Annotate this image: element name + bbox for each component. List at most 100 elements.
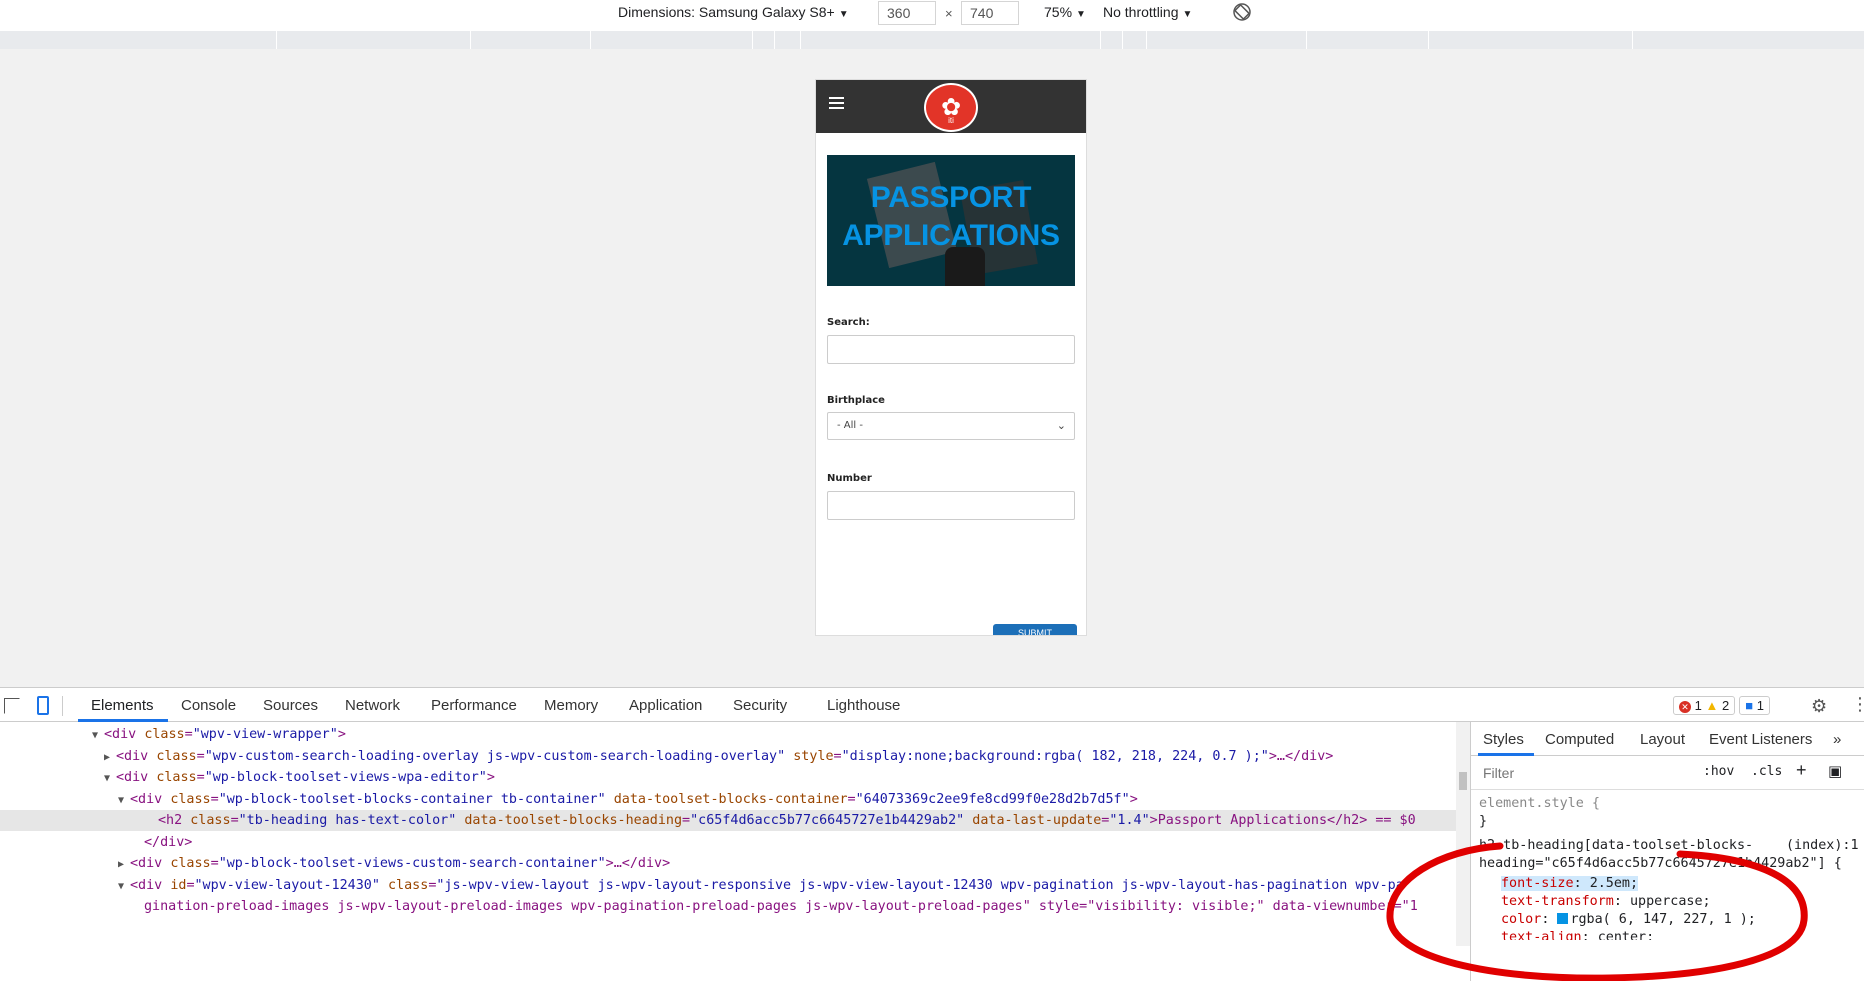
device-toolbar: Dimensions: Samsung Galaxy S8+ ▼ 360 × 74… [0,0,1864,28]
hamburger-menu-icon[interactable] [829,97,844,110]
tab-layout[interactable]: Layout [1640,731,1685,748]
site-header: ✿ iti [816,80,1086,133]
devtools-tabbar: Elements Console Sources Network Perform… [0,688,1864,722]
error-warning-badge[interactable]: ✕ 1 ▲ 2 [1673,696,1736,715]
styles-filter-row: :hov .cls + ▣ [1471,756,1864,790]
rule-selector[interactable]: heading="c65f4d6acc5b77c6645727e1b4429ab… [1479,856,1842,871]
zoom-level: 75% [1044,4,1073,20]
site-logo[interactable]: ✿ iti [924,83,978,132]
rule-selector[interactable]: h2.tb-heading[data-toolset-blocks- [1479,838,1753,853]
css-property-value: rgba( 6, 147, 227, 1 ); [1570,912,1756,927]
height-input[interactable]: 740 [961,1,1019,25]
css-property-name: font-size [1501,876,1574,891]
css-property-value: 2.5em; [1589,876,1639,891]
zoom-dropdown[interactable]: 75% ▼ [1044,4,1086,20]
mobile-page: ✿ iti Passport Applications Search: Birt… [815,79,1087,636]
rule-source-link[interactable]: (index):1 [1786,838,1859,853]
logo-caption: iti [948,116,954,125]
tab-network[interactable]: Network [345,697,400,714]
page-heading: Passport Applications [827,179,1075,255]
dom-node-selected[interactable]: <h2 class="tb-heading has-text-color" da… [0,810,1456,831]
inspect-element-icon[interactable] [4,698,20,714]
styles-tabbar: Styles Computed Layout Event Listeners » [1471,722,1864,756]
scrollbar-thumb[interactable] [1459,772,1467,790]
devtools-panel: Elements Console Sources Network Perform… [0,687,1864,981]
more-tabs-icon[interactable]: » [1833,731,1841,748]
expand-triangle-icon[interactable]: ▼ [104,768,116,789]
expand-triangle-icon[interactable]: ▼ [118,876,130,897]
toolbar-divider [62,696,63,716]
throttling-dropdown[interactable]: No throttling ▼ [1103,4,1192,20]
issue-badges: ✕ 1 ▲ 2 ■ 1 [1673,696,1774,715]
css-property[interactable]: text-transform: uppercase; [1501,894,1711,909]
warning-icon: ▲ [1705,698,1719,713]
submit-button[interactable]: SUBMIT [993,624,1077,635]
expand-triangle-icon[interactable]: ▼ [118,790,130,811]
chevron-down-icon: ⌄ [1056,419,1066,432]
styles-pane: Styles Computed Layout Event Listeners »… [1470,722,1864,981]
css-property-value: uppercase; [1630,894,1711,909]
error-icon: ✕ [1679,701,1691,713]
caret-down-icon: ▼ [1076,9,1086,20]
caret-down-icon: ▼ [1182,9,1193,20]
message-count: 1 [1756,698,1764,713]
css-property-name: text-align [1501,930,1582,940]
css-property[interactable]: text-align: center; [1501,930,1654,940]
search-label: Search: [827,317,870,328]
class-toggle[interactable]: .cls [1751,764,1782,779]
tab-lighthouse[interactable]: Lighthouse [827,697,900,714]
add-rule-icon[interactable]: + [1796,760,1807,781]
rendering-icon[interactable]: ▣ [1828,762,1842,780]
warning-count: 2 [1721,698,1730,713]
tab-performance[interactable]: Performance [431,697,517,714]
css-property-value: center; [1597,930,1655,940]
css-property[interactable]: color: rgba( 6, 147, 227, 1 ); [1501,912,1756,927]
rule-close-brace: } [1479,814,1488,829]
caret-down-icon: ▼ [838,9,849,20]
styles-filter-input[interactable] [1479,762,1689,784]
elements-tree[interactable]: ▼ <div class="wpv-view-wrapper"> ▶ <div cla… [0,722,1456,946]
expand-triangle-icon[interactable]: ▼ [92,725,104,746]
hover-state-toggle[interactable]: :hov [1703,764,1734,779]
tab-sources[interactable]: Sources [263,697,318,714]
birthplace-selected: - All - [837,420,863,431]
tab-styles[interactable]: Styles [1483,731,1524,748]
color-swatch-icon[interactable] [1557,913,1569,924]
device-viewport: ✿ iti Passport Applications Search: Birt… [0,49,1864,687]
error-count: 1 [1694,698,1702,713]
css-property[interactable]: font-size: 2.5em; [1501,876,1639,891]
tab-application[interactable]: Application [629,697,702,714]
elements-scrollbar[interactable] [1456,722,1470,946]
tab-event-listeners[interactable]: Event Listeners [1709,731,1812,748]
rotate-icon[interactable] [1232,2,1252,22]
device-dimensions-label: Dimensions: Samsung Galaxy S8+ [618,4,835,20]
messages-badge[interactable]: ■ 1 [1739,696,1770,715]
tab-console[interactable]: Console [181,697,236,714]
number-label: Number [827,473,872,484]
expand-triangle-icon[interactable]: ▶ [104,747,116,768]
tab-security[interactable]: Security [733,697,787,714]
element-style-rule[interactable]: element.style { [1479,796,1600,811]
device-toggle-icon[interactable] [37,696,49,715]
search-input[interactable] [827,335,1075,364]
device-dimensions-dropdown[interactable]: Dimensions: Samsung Galaxy S8+ ▼ [618,4,849,20]
css-property-name: color [1501,912,1542,927]
birthplace-label: Birthplace [827,395,885,406]
times-sign: × [945,6,953,21]
tab-computed[interactable]: Computed [1545,731,1614,748]
throttling-label: No throttling [1103,4,1179,20]
message-icon: ■ [1745,698,1754,713]
width-input[interactable]: 360 [878,1,936,25]
page-heading-line: Applications [842,219,1060,252]
more-options-icon[interactable]: ⋮ [1851,694,1864,715]
page-heading-line: Passport [870,181,1032,214]
tab-elements[interactable]: Elements [91,697,154,714]
tab-memory[interactable]: Memory [544,697,598,714]
media-query-ruler[interactable] [0,31,1864,49]
css-property-name: text-transform [1501,894,1614,909]
hero-banner: Passport Applications [827,155,1075,286]
settings-gear-icon[interactable]: ⚙ [1811,696,1827,717]
expand-triangle-icon[interactable]: ▶ [118,854,130,875]
number-input[interactable] [827,491,1075,520]
birthplace-select[interactable]: - All - ⌄ [827,412,1075,440]
